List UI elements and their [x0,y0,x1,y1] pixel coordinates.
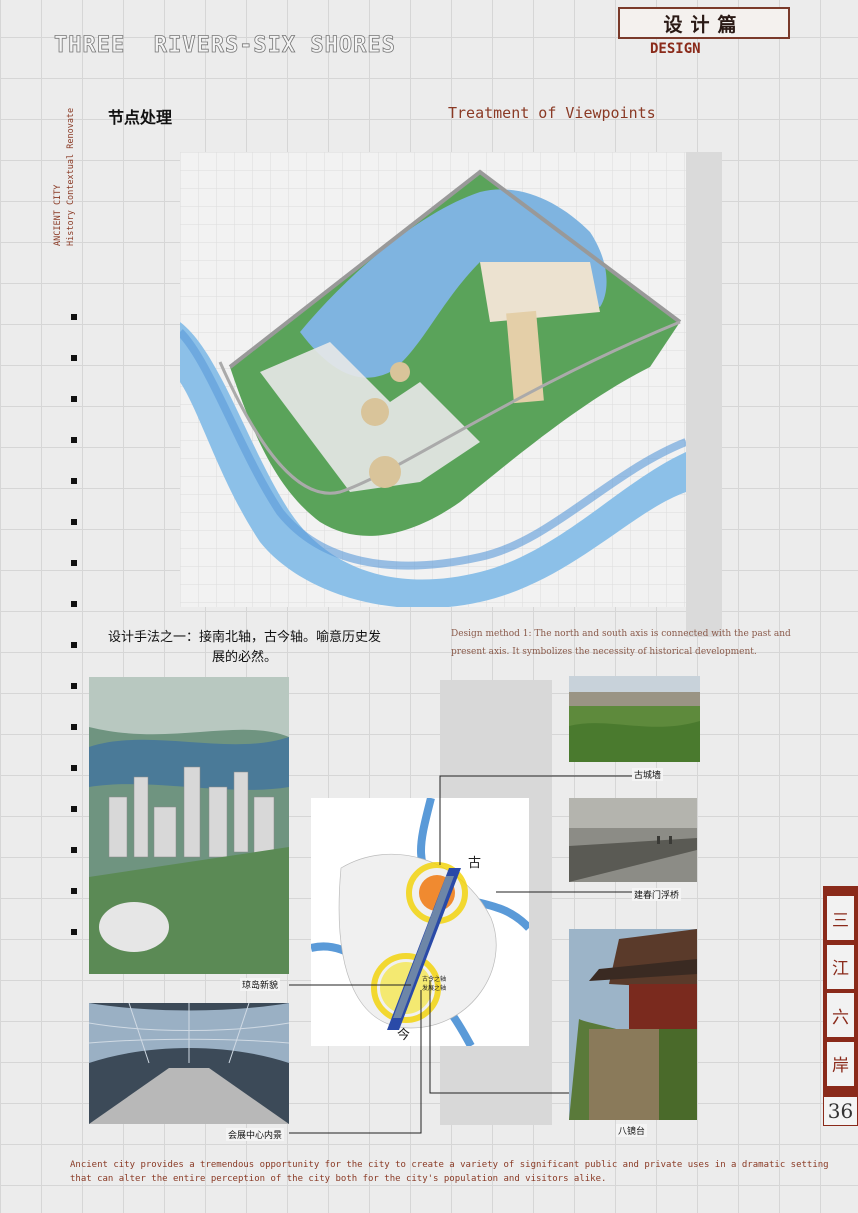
ancient-wall-image [569,676,700,762]
side-title-char: 六 [827,993,854,1038]
connector-lines [289,775,632,1134]
side-title-bar: 三 江 六 岸 [823,886,858,1096]
page-number: 36 [823,1096,858,1126]
side-title-char: 江 [827,944,854,989]
side-title-char: 三 [827,896,854,941]
side-title-char: 岸 [827,1041,854,1086]
caption-wall: 古城墙 [632,768,664,781]
pontoon-bridge-image [569,798,697,882]
bajing-tower-image [569,929,697,1120]
caption-bridge: 建春门浮桥 [632,888,682,901]
caption-tower: 八镜台 [616,1124,648,1137]
ancient-wall-drawing [569,676,700,762]
pontoon-bridge-drawing [569,798,697,882]
footer-text: Ancient city provides a tremendous oppor… [70,1160,829,1184]
bajing-tower-drawing [569,929,697,1120]
